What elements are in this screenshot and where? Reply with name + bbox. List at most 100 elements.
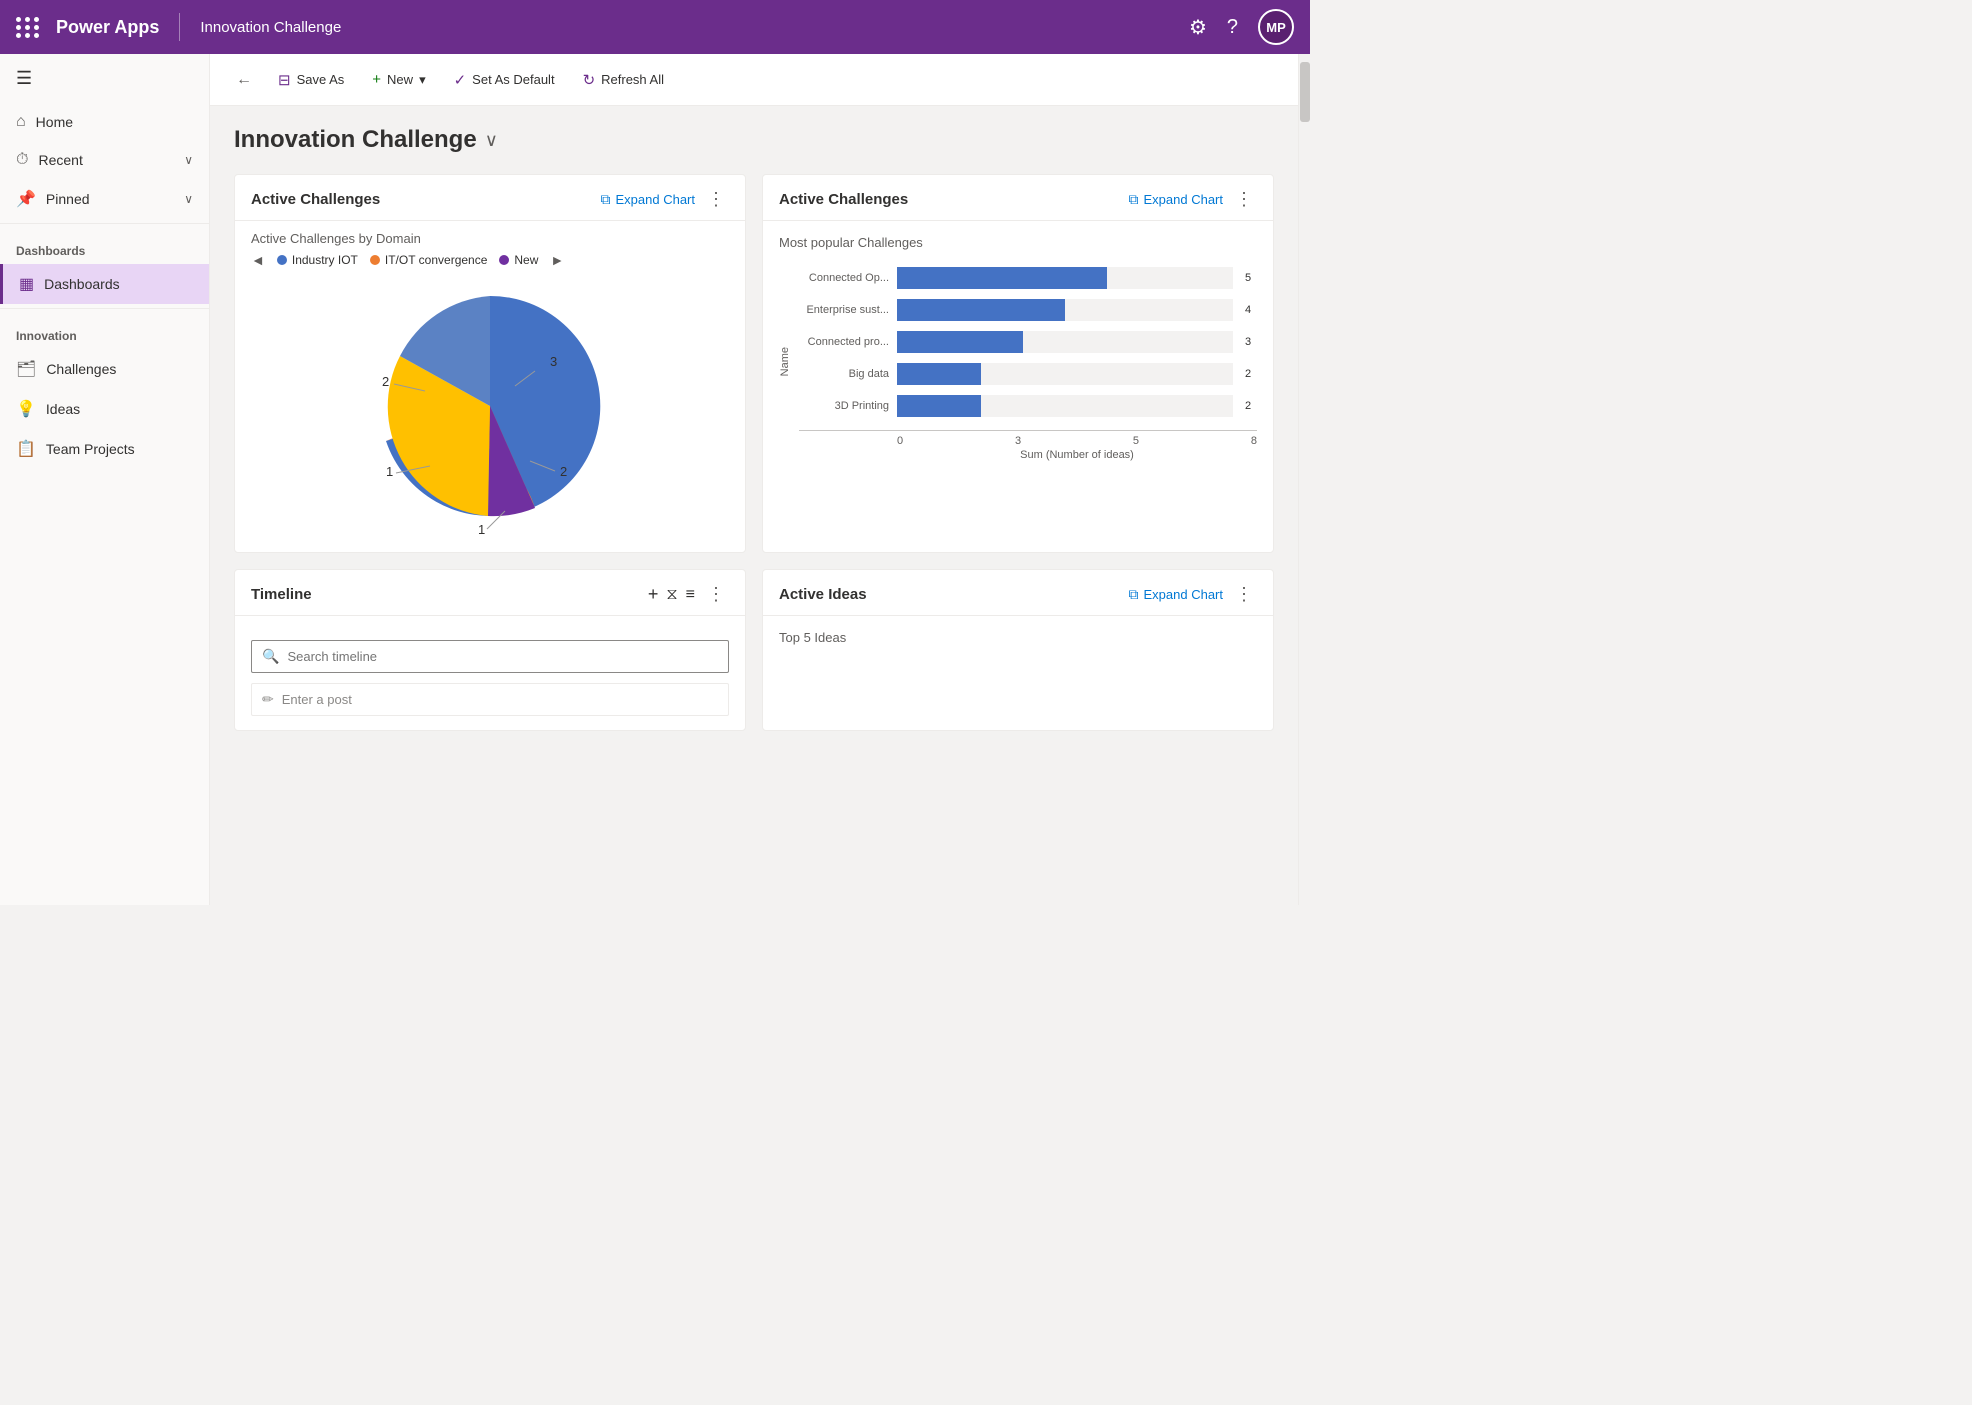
pie-label-1-yellow: 1 xyxy=(386,464,393,479)
avatar[interactable]: MP xyxy=(1258,9,1294,45)
app-grid-icon[interactable] xyxy=(16,17,40,38)
new-icon: + xyxy=(372,71,381,88)
sidebar-divider-2 xyxy=(0,308,209,309)
pie-expand-icon: ⧉ xyxy=(601,191,611,208)
bar-expand-button[interactable]: ⧉ Expand Chart xyxy=(1129,191,1224,208)
legend-next-icon[interactable]: ► xyxy=(550,252,564,268)
pinned-chevron-icon: ∨ xyxy=(184,192,193,206)
new-button[interactable]: + New ▾ xyxy=(360,65,437,94)
hamburger-button[interactable]: ☰ xyxy=(0,54,209,103)
x-tick-0: 0 xyxy=(897,435,903,447)
bar-value-4: 2 xyxy=(1245,400,1257,412)
sidebar-divider-1 xyxy=(0,223,209,224)
x-axis-labels: 0 3 5 8 xyxy=(799,430,1257,447)
refresh-icon: ↻ xyxy=(583,71,596,89)
pinned-icon: 📌 xyxy=(16,189,36,209)
pie-label-2-blue-small: 2 xyxy=(382,374,389,389)
settings-icon[interactable]: ⚙ xyxy=(1189,15,1207,40)
back-button[interactable]: ← xyxy=(226,65,262,95)
timeline-menu-icon[interactable]: ⋮ xyxy=(703,584,729,605)
timeline-search-input[interactable] xyxy=(287,649,718,664)
save-as-icon: ⊟ xyxy=(278,71,291,89)
pie-card-menu-icon[interactable]: ⋮ xyxy=(703,189,729,210)
refresh-all-button[interactable]: ↻ Refresh All xyxy=(571,65,676,95)
set-default-icon: ✓ xyxy=(454,71,467,89)
help-icon[interactable]: ? xyxy=(1227,16,1238,39)
innovation-section-header: Innovation xyxy=(0,313,209,349)
bar-card-header: Active Challenges ⧉ Expand Chart ⋮ xyxy=(763,175,1273,221)
pie-expand-button[interactable]: ⧉ Expand Chart xyxy=(601,191,696,208)
bar-row-4: 3D Printing 2 xyxy=(799,390,1257,422)
ideas-card-menu-icon[interactable]: ⋮ xyxy=(1231,584,1257,605)
legend-item-new: New xyxy=(499,253,538,267)
pie-label-3: 3 xyxy=(550,354,557,369)
dashboard-grid: Active Challenges ⧉ Expand Chart ⋮ Activ… xyxy=(234,174,1274,731)
sidebar-item-pinned[interactable]: 📌 Pinned ∨ xyxy=(0,179,209,219)
legend-item-industry-iot: Industry IOT xyxy=(277,253,358,267)
timeline-card-header: Timeline + ⧖ ≡ ⋮ xyxy=(235,570,745,616)
legend-dot-industry-iot xyxy=(277,255,287,265)
bar-chart-main: Connected Op... 5 Enterprise sust... xyxy=(799,262,1257,461)
bar-track-1 xyxy=(897,299,1233,321)
sidebar-ideas-label: Ideas xyxy=(46,401,193,417)
search-icon: 🔍 xyxy=(262,648,279,665)
legend-prev-icon[interactable]: ◄ xyxy=(251,252,265,268)
pie-chart-container: 3 2 1 1 2 xyxy=(251,276,729,536)
timeline-sort-icon[interactable]: ≡ xyxy=(686,586,695,604)
sidebar: ☰ ⌂ Home ⏱ Recent ∨ 📌 Pinned ∨ Dashboard… xyxy=(0,54,210,905)
layout: ☰ ⌂ Home ⏱ Recent ∨ 📌 Pinned ∨ Dashboard… xyxy=(0,54,1310,905)
recent-icon: ⏱ xyxy=(16,151,28,169)
bar-track-2 xyxy=(897,331,1233,353)
sidebar-item-dashboards[interactable]: ▦ Dashboards xyxy=(0,264,209,304)
recent-chevron-icon: ∨ xyxy=(184,153,193,167)
ideas-icon: 💡 xyxy=(16,399,36,419)
pie-label-2-orange: 2 xyxy=(560,464,567,479)
bar-fill-4 xyxy=(897,395,981,417)
ideas-card-subtitle: Top 5 Ideas xyxy=(779,630,1257,645)
x-tick-3: 8 xyxy=(1251,435,1257,447)
content-area: Innovation Challenge ∨ Active Challenges… xyxy=(210,106,1298,905)
refresh-all-label: Refresh All xyxy=(601,72,664,87)
x-axis-title: Sum (Number of ideas) xyxy=(799,449,1257,461)
save-as-button[interactable]: ⊟ Save As xyxy=(266,65,356,95)
timeline-filter-icon[interactable]: ⧖ xyxy=(666,586,677,604)
sidebar-item-ideas[interactable]: 💡 Ideas xyxy=(0,389,209,429)
sidebar-item-home[interactable]: ⌂ Home xyxy=(0,103,209,141)
new-dropdown-icon[interactable]: ▾ xyxy=(419,72,426,88)
sidebar-team-projects-label: Team Projects xyxy=(46,441,193,457)
bar-fill-3 xyxy=(897,363,981,385)
page-title-chevron-icon[interactable]: ∨ xyxy=(485,130,498,151)
post-input-area[interactable]: ✏ Enter a post xyxy=(251,683,729,716)
legend-label-it-ot: IT/OT convergence xyxy=(385,253,488,267)
bar-row-3: Big data 2 xyxy=(799,358,1257,390)
bar-fill-0 xyxy=(897,267,1107,289)
bar-chart-subtitle: Most popular Challenges xyxy=(779,235,1257,250)
save-as-label: Save As xyxy=(297,72,345,87)
team-projects-icon: 📋 xyxy=(16,439,36,459)
sidebar-item-challenges[interactable]: 🗂 Challenges xyxy=(0,349,209,389)
bar-fill-2 xyxy=(897,331,1023,353)
timeline-add-button[interactable]: + xyxy=(648,584,659,605)
bar-value-3: 2 xyxy=(1245,368,1257,380)
sidebar-item-recent[interactable]: ⏱ Recent ∨ xyxy=(0,141,209,179)
bar-card-menu-icon[interactable]: ⋮ xyxy=(1231,189,1257,210)
bar-expand-icon: ⧉ xyxy=(1129,191,1139,208)
set-as-default-button[interactable]: ✓ Set As Default xyxy=(442,65,567,95)
sidebar-item-team-projects[interactable]: 📋 Team Projects xyxy=(0,429,209,469)
ideas-card-body: Top 5 Ideas xyxy=(763,616,1273,665)
bar-label-0: Connected Op... xyxy=(799,272,889,284)
pencil-icon: ✏ xyxy=(262,691,274,708)
bar-track-0 xyxy=(897,267,1233,289)
sidebar-pinned-label: Pinned xyxy=(46,191,174,207)
y-axis-wrapper: Name xyxy=(779,262,795,461)
sidebar-challenges-label: Challenges xyxy=(46,361,193,377)
pie-expand-label: Expand Chart xyxy=(616,192,696,207)
scrollbar-thumb[interactable] xyxy=(1300,62,1310,122)
pie-chart-subtitle: Active Challenges by Domain xyxy=(251,231,729,246)
toolbar: ← ⊟ Save As + New ▾ ✓ Set As Default ↻ R… xyxy=(210,54,1298,106)
nav-page-title: Innovation Challenge xyxy=(200,19,341,36)
bar-track-4 xyxy=(897,395,1233,417)
pie-label-1-purple: 1 xyxy=(478,522,485,536)
bar-value-1: 4 xyxy=(1245,304,1257,316)
ideas-expand-button[interactable]: ⧉ Expand Chart xyxy=(1129,586,1224,603)
